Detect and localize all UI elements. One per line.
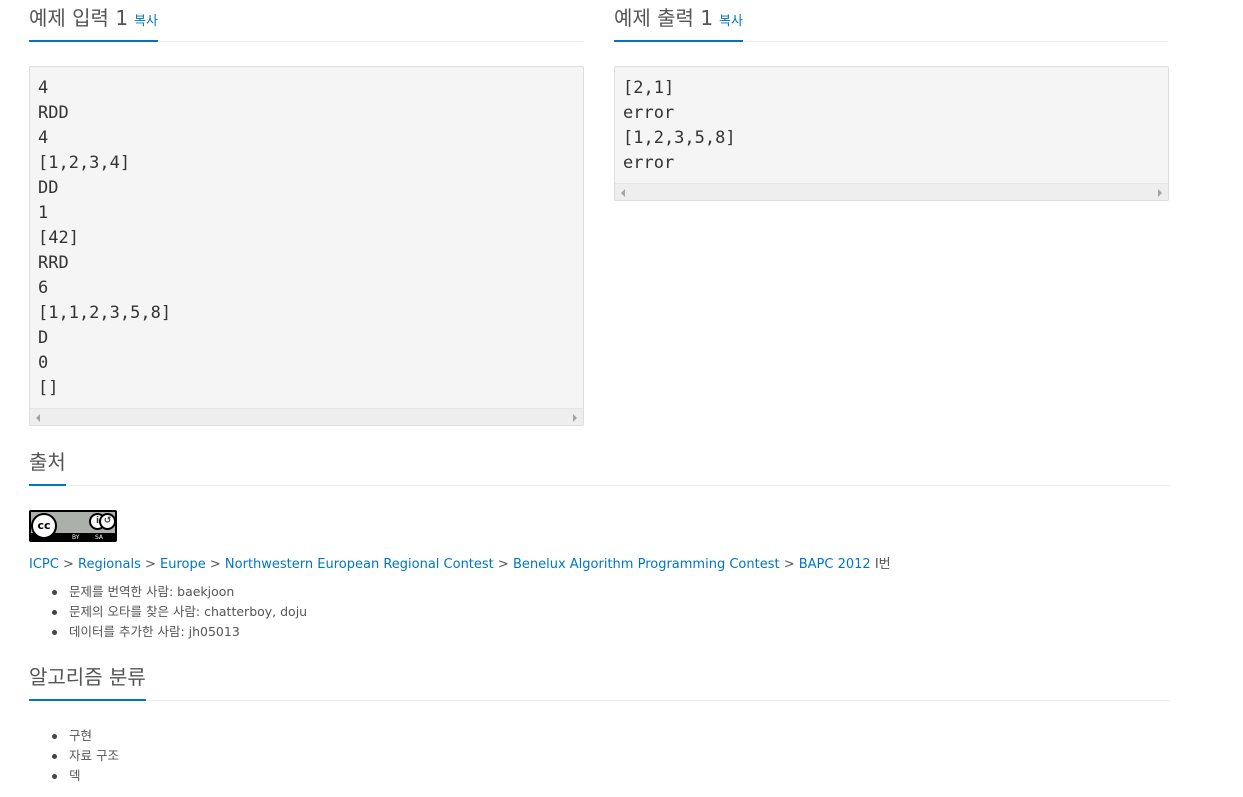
source-title-wrap: 출처 xyxy=(29,446,66,486)
sample-input-line: [1,1,2,3,5,8] xyxy=(38,303,172,323)
credit-item: 문제의 오타를 찾은 사람: chatterboy, doju xyxy=(52,602,307,622)
algorithm-title: 알고리즘 분류 xyxy=(29,665,146,689)
sample-input-line: RRD xyxy=(38,253,69,273)
sample-input-line: 4 xyxy=(38,78,49,98)
algorithm-header: 알고리즘 분류 xyxy=(29,654,1170,701)
sample-output-box[interactable]: [2,1] error [1,2,3,5,8] error xyxy=(614,66,1169,201)
source-link[interactable]: Europe xyxy=(160,557,206,572)
cc-license-badge[interactable]: cc i ↺ BY SA xyxy=(29,510,117,542)
credit-item: 데이터를 추가한 사람: jh05013 xyxy=(52,622,307,642)
source-link[interactable]: ICPC xyxy=(29,557,59,572)
cc-icon: cc xyxy=(31,513,57,539)
breadcrumb-separator: > xyxy=(58,557,78,572)
scroll-left-icon[interactable] xyxy=(621,189,625,197)
breadcrumb-separator: > xyxy=(779,557,799,572)
sample-output-line: error xyxy=(623,103,675,123)
scroll-right-icon[interactable] xyxy=(1158,189,1162,197)
copy-input-button[interactable]: 복사 xyxy=(134,14,158,29)
sample-input-box[interactable]: 4 RDD 4 [1,2,3,4] DD 1 [42] RRD 6 [1,1,2,3,5,8] D 0… xyxy=(29,66,584,426)
scroll-left-icon[interactable] xyxy=(36,414,40,422)
sample-input-line: DD xyxy=(38,178,59,198)
source-title: 출처 xyxy=(29,450,66,474)
source-problem-number: I번 xyxy=(870,557,891,572)
sample-input-line: [] xyxy=(38,378,59,398)
sample-output-line: error xyxy=(623,153,675,173)
algorithm-tag[interactable]: 덱 xyxy=(52,766,119,786)
sample-input-lines: 4 RDD 4 [1,2,3,4] DD 1 [42] RRD 6 [1,1,2,3,5,8] D 0… xyxy=(38,76,575,401)
share-alike-icon: ↺ xyxy=(99,513,116,530)
algorithm-tag[interactable]: 자료 구조 xyxy=(52,746,119,766)
source-breadcrumb: ICPC > Regionals > Europe > Northwestern… xyxy=(29,553,891,572)
sample-input-line: 1 xyxy=(38,203,49,223)
algorithm-tags-list: 구현 자료 구조 덱 xyxy=(52,726,119,786)
source-link[interactable]: BAPC 2012 xyxy=(799,557,871,572)
cc-by-text: BY xyxy=(72,534,80,541)
sample-input-line: D xyxy=(38,328,49,348)
scroll-right-icon[interactable] xyxy=(573,414,577,422)
sample-input-header: 예제 입력 1 복사 xyxy=(29,0,583,42)
sample-input-title: 예제 입력 1 xyxy=(29,6,129,30)
sample-input-line: 4 xyxy=(38,128,49,148)
sample-output-lines: [2,1] error [1,2,3,5,8] error xyxy=(623,76,1160,176)
sample-output-line: [1,2,3,5,8] xyxy=(623,128,736,148)
input-horizontal-scrollbar[interactable] xyxy=(30,408,583,425)
source-link[interactable]: Regionals xyxy=(78,557,141,572)
sample-input-line: RDD xyxy=(38,103,69,123)
breadcrumb-separator: > xyxy=(205,557,225,572)
sample-output-line: [2,1] xyxy=(623,78,675,98)
sample-output-title-wrap: 예제 출력 1 복사 xyxy=(614,2,743,42)
sample-input-title-wrap: 예제 입력 1 복사 xyxy=(29,2,158,42)
cc-sa-text: SA xyxy=(95,534,104,541)
algorithm-title-wrap: 알고리즘 분류 xyxy=(29,661,146,701)
credit-item: 문제를 번역한 사람: baekjoon xyxy=(52,582,307,602)
sample-input-line: 0 xyxy=(38,353,49,373)
output-horizontal-scrollbar[interactable] xyxy=(615,183,1168,200)
algorithm-tag[interactable]: 구현 xyxy=(52,726,119,746)
source-header: 출처 xyxy=(29,440,1170,486)
sample-output-title: 예제 출력 1 xyxy=(614,6,714,30)
breadcrumb-separator: > xyxy=(493,557,513,572)
sample-output-header: 예제 출력 1 복사 xyxy=(614,0,1168,42)
sample-input-line: 6 xyxy=(38,278,49,298)
sample-input-line: [42] xyxy=(38,228,79,248)
source-link[interactable]: Benelux Algorithm Programming Contest xyxy=(513,557,780,572)
copy-output-button[interactable]: 복사 xyxy=(719,14,743,29)
sample-input-line: [1,2,3,4] xyxy=(38,153,131,173)
credits-list: 문제를 번역한 사람: baekjoon 문제의 오타를 찾은 사람: chatt… xyxy=(52,582,307,642)
source-link[interactable]: Northwestern European Regional Contest xyxy=(225,557,494,572)
breadcrumb-separator: > xyxy=(140,557,161,572)
